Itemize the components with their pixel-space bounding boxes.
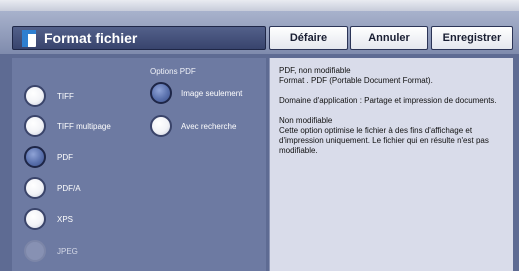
- format-option-pdf[interactable]: PDF: [24, 146, 73, 168]
- format-option-tiff-multipage[interactable]: TIFF multipage: [24, 115, 111, 137]
- document-icon: [22, 29, 36, 47]
- radio-button[interactable]: [24, 85, 46, 107]
- format-option-xps[interactable]: XPS: [24, 208, 73, 230]
- radio-button[interactable]: [24, 177, 46, 199]
- undo-button[interactable]: Défaire: [269, 26, 348, 50]
- description-line: PDF, non modifiable: [279, 66, 351, 75]
- page-title: Format fichier: [44, 30, 138, 46]
- radio-button[interactable]: [150, 115, 172, 137]
- radio-button[interactable]: [24, 115, 46, 137]
- description-panel: PDF, non modifiable Format . PDF (Portab…: [269, 58, 513, 271]
- radio-button-selected[interactable]: [150, 82, 172, 104]
- radio-button-selected[interactable]: [24, 146, 46, 168]
- pdf-option-image-only[interactable]: Image seulement: [150, 82, 242, 104]
- description-line: Non modifiable: [279, 116, 333, 125]
- radio-button[interactable]: [24, 208, 46, 230]
- pdf-options-title: Options PDF: [150, 67, 196, 76]
- format-option-jpeg: JPEG: [24, 240, 78, 262]
- format-label: PDF: [57, 152, 73, 162]
- format-label: TIFF: [57, 91, 74, 101]
- top-strip: [0, 0, 519, 11]
- pdf-option-searchable[interactable]: Avec recherche: [150, 115, 236, 137]
- pdf-option-label: Avec recherche: [181, 121, 237, 131]
- description-line: Cette option optimise le fichier à des f…: [279, 126, 489, 155]
- description-text: PDF, non modifiable Format . PDF (Portab…: [279, 66, 507, 156]
- description-line: Domaine d'application : Partage et impre…: [279, 96, 497, 105]
- format-label: TIFF multipage: [57, 121, 111, 131]
- format-label: PDF/A: [57, 183, 81, 193]
- format-option-tiff[interactable]: TIFF: [24, 85, 74, 107]
- format-option-pdfa[interactable]: PDF/A: [24, 177, 81, 199]
- title-bar: Format fichier: [12, 26, 266, 50]
- pdf-option-label: Image seulement: [181, 88, 243, 98]
- format-label: JPEG: [57, 246, 78, 256]
- cancel-button[interactable]: Annuler: [350, 26, 428, 50]
- radio-button-disabled: [24, 240, 46, 262]
- save-button[interactable]: Enregistrer: [431, 26, 513, 50]
- format-label: XPS: [57, 214, 74, 224]
- description-line: Format . PDF (Portable Document Format).: [279, 76, 433, 85]
